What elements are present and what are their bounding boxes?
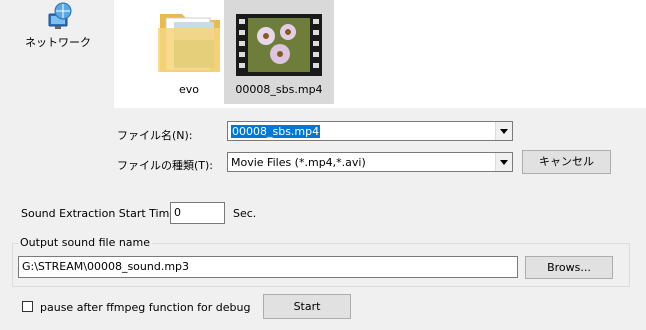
filename-input[interactable]: 00008_sbs.mp4 [231, 125, 321, 138]
debug-checkbox-label[interactable]: pause after ffmpeg function for debug [40, 301, 250, 314]
start-time-input[interactable]: 0 [170, 202, 225, 224]
filename-combobox[interactable]: 00008_sbs.mp4 [227, 121, 513, 141]
chevron-down-icon[interactable] [495, 122, 512, 140]
debug-checkbox[interactable] [22, 301, 33, 312]
output-path-input[interactable]: G:\STREAM\00008_sound.mp3 [18, 256, 518, 278]
folder-icon [158, 14, 220, 72]
file-item-video-selected[interactable]: 00008_sbs.mp4 [224, 0, 334, 104]
filename-label: ファイル名(N): [117, 129, 193, 142]
network-icon [41, 2, 75, 32]
file-name: 00008_sbs.mp4 [235, 83, 323, 96]
chevron-down-icon[interactable] [495, 153, 512, 171]
nav-item-network-label: ネットワーク [25, 36, 91, 49]
file-list-pane[interactable]: evo 00008_sbs.mp4 [114, 0, 646, 108]
browse-button[interactable]: Brows... [525, 256, 613, 279]
filetype-value: Movie Files (*.mp4,*.avi) [231, 156, 366, 169]
cancel-button[interactable]: キャンセル [522, 150, 611, 174]
nav-item-network[interactable]: ネットワーク [22, 2, 94, 54]
filetype-label: ファイルの種類(T): [117, 159, 214, 172]
seconds-unit-label: Sec. [233, 207, 257, 220]
start-button[interactable]: Start [263, 294, 351, 319]
start-time-label: Sound Extraction Start Time : [21, 207, 184, 220]
filetype-select[interactable]: Movie Files (*.mp4,*.avi) [227, 152, 513, 172]
video-thumbnail-icon [236, 14, 322, 76]
output-group-label: Output sound file name [18, 236, 153, 249]
